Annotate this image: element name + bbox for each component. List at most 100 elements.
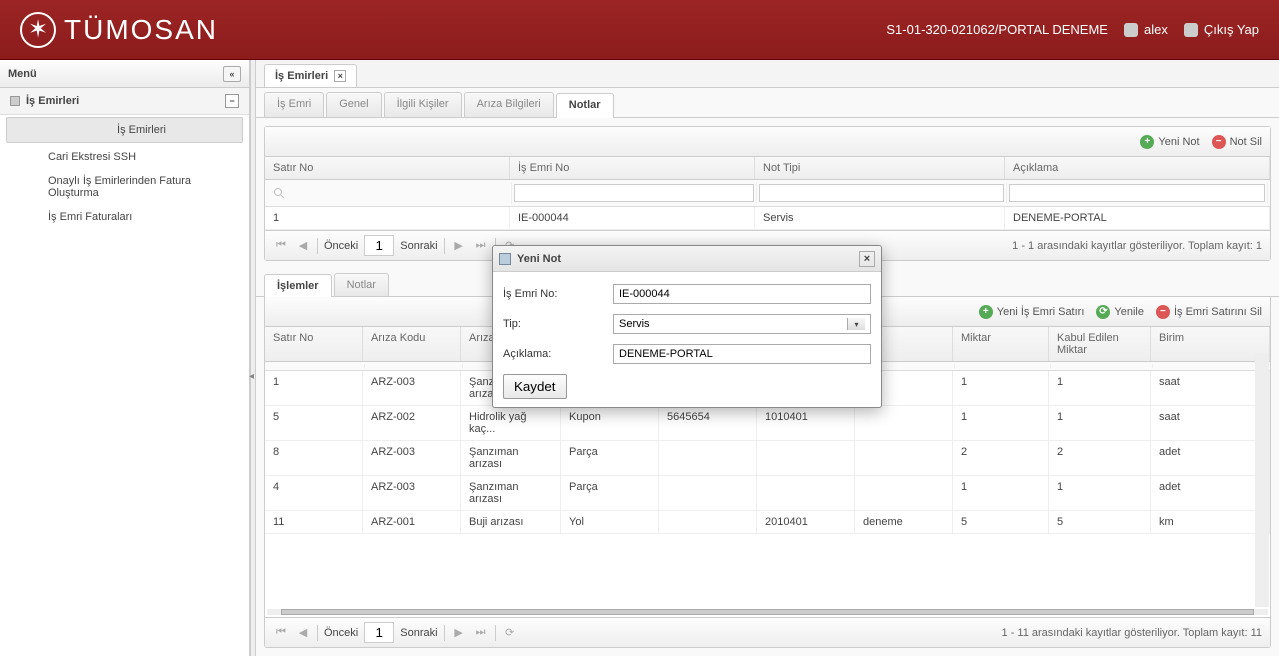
- subtab[interactable]: Arıza Bilgileri: [464, 92, 554, 117]
- subtab-bar: İş EmriGenelİlgili KişilerArıza Bilgiler…: [256, 88, 1279, 118]
- bottom-tab[interactable]: Notlar: [334, 273, 389, 296]
- notes-row[interactable]: 1 IE-000044 Servis DENEME-PORTAL: [265, 207, 1270, 230]
- tip-select-value[interactable]: [619, 318, 847, 330]
- sidebar-item[interactable]: İş Emri Faturaları: [0, 205, 249, 229]
- notes-filter-row: [265, 180, 1270, 207]
- filter-aciklama[interactable]: [1007, 182, 1268, 204]
- cell: Parça: [561, 441, 659, 475]
- delete-note-button[interactable]: − Not Sil: [1212, 135, 1262, 149]
- add-icon: +: [1140, 135, 1154, 149]
- ie-no-input[interactable]: [613, 284, 871, 304]
- ops-row[interactable]: 5ARZ-002Hidrolik yağ kaç...Kupon56456541…: [265, 406, 1270, 441]
- bottom-tab[interactable]: İşlemler: [264, 274, 332, 297]
- filter-input[interactable]: [514, 184, 754, 202]
- refresh-label: Yenile: [1114, 306, 1144, 318]
- last-page-icon[interactable]: ⏭: [473, 625, 489, 641]
- col-aciklama[interactable]: Açıklama: [1005, 157, 1270, 179]
- cell: saat: [1151, 371, 1270, 405]
- prev-label: Önceki: [324, 240, 358, 252]
- aciklama-input[interactable]: [613, 344, 871, 364]
- tip-select[interactable]: ▾: [613, 314, 871, 334]
- page-input[interactable]: [364, 235, 394, 256]
- cell: 1: [1049, 476, 1151, 510]
- logo: ✶ TÜMOSAN: [20, 12, 218, 48]
- col[interactable]: Birim: [1151, 327, 1270, 361]
- paging-status: 1 - 11 arasındaki kayıtlar gösteriliyor.…: [1002, 627, 1262, 639]
- new-note-button[interactable]: + Yeni Not: [1140, 135, 1199, 149]
- next-page-icon[interactable]: ▶: [451, 625, 467, 641]
- splitter[interactable]: ◂: [250, 60, 256, 656]
- new-row-button[interactable]: + Yeni İş Emri Satırı: [979, 305, 1085, 319]
- subtab[interactable]: İş Emri: [264, 92, 324, 117]
- sidebar-item[interactable]: Onaylı İş Emirlerinden Fatura Oluşturma: [0, 169, 249, 205]
- cell: [855, 406, 953, 440]
- delete-icon: −: [1212, 135, 1226, 149]
- close-dialog-icon[interactable]: ×: [859, 251, 875, 267]
- col[interactable]: Arıza Kodu: [363, 327, 461, 361]
- col-not-tipi[interactable]: Not Tipi: [755, 157, 1005, 179]
- vertical-scrollbar[interactable]: [1255, 353, 1269, 607]
- last-page-icon[interactable]: ⏭: [473, 238, 489, 254]
- tab-bar: İş Emirleri ×: [256, 60, 1279, 88]
- sidebar: Menü « İş Emirleri − İş EmirleriCari Eks…: [0, 60, 250, 656]
- cell: [757, 476, 855, 510]
- subtab[interactable]: Genel: [326, 92, 381, 117]
- tree-root[interactable]: İş Emirleri −: [0, 88, 249, 115]
- sidebar-item[interactable]: Cari Ekstresi SSH: [0, 145, 249, 169]
- logout-link[interactable]: Çıkış Yap: [1184, 22, 1259, 37]
- dialog-body: İş Emri No: Tip: ▾ Açıklama: Kaydet: [493, 272, 881, 407]
- user-info[interactable]: alex: [1124, 22, 1168, 37]
- col[interactable]: Satır No: [265, 327, 363, 361]
- first-page-icon[interactable]: ⏮: [273, 625, 289, 641]
- first-page-icon[interactable]: ⏮: [273, 238, 289, 254]
- subtab[interactable]: Notlar: [556, 93, 614, 118]
- col[interactable]: Kabul Edilen Miktar: [1049, 327, 1151, 361]
- cell: ARZ-003: [363, 441, 461, 475]
- col[interactable]: Miktar: [953, 327, 1049, 361]
- delete-row-label: İş Emri Satırını Sil: [1174, 306, 1262, 318]
- dialog-titlebar[interactable]: Yeni Not ×: [493, 246, 881, 272]
- search-icon: [273, 187, 285, 199]
- cell: adet: [1151, 441, 1270, 475]
- cell: saat: [1151, 406, 1270, 440]
- ops-row[interactable]: 4ARZ-003Şanzıman arızasıParça11adet: [265, 476, 1270, 511]
- next-page-icon[interactable]: ▶: [451, 238, 467, 254]
- sidebar-header: Menü «: [0, 60, 249, 88]
- delete-row-button[interactable]: − İş Emri Satırını Sil: [1156, 305, 1262, 319]
- dialog-title: Yeni Not: [517, 253, 561, 265]
- save-button[interactable]: Kaydet: [503, 374, 567, 399]
- cell: ARZ-002: [363, 406, 461, 440]
- cell: Şanzıman arızası: [461, 441, 561, 475]
- notes-grid-header: Satır No İş Emri No Not Tipi Açıklama: [265, 157, 1270, 180]
- subtab[interactable]: İlgili Kişiler: [384, 92, 462, 117]
- filter-input[interactable]: [1009, 184, 1265, 202]
- ops-row[interactable]: 8ARZ-003Şanzıman arızasıParça22adet: [265, 441, 1270, 476]
- cell: 1: [953, 371, 1049, 405]
- ops-row[interactable]: 11ARZ-001Buji arızasıYol2010401deneme55k…: [265, 511, 1270, 534]
- prev-page-icon[interactable]: ◀: [295, 625, 311, 641]
- col-is-emri-no[interactable]: İş Emri No: [510, 157, 755, 179]
- sidebar-item[interactable]: İş Emirleri: [6, 117, 243, 143]
- col-satir-no[interactable]: Satır No: [265, 157, 510, 179]
- refresh-icon[interactable]: ⟳: [502, 625, 518, 641]
- main-tab[interactable]: İş Emirleri ×: [264, 64, 357, 87]
- horizontal-scrollbar[interactable]: [267, 609, 1268, 615]
- filter-not-tipi[interactable]: [757, 182, 1007, 204]
- close-tab-icon[interactable]: ×: [334, 70, 346, 82]
- ie-no-label: İş Emri No:: [503, 288, 613, 300]
- cell-tip: Servis: [755, 207, 1005, 229]
- page-input[interactable]: [364, 622, 394, 643]
- prev-page-icon[interactable]: ◀: [295, 238, 311, 254]
- tree-root-label: İş Emirleri: [26, 95, 79, 107]
- refresh-button[interactable]: ⟳ Yenile: [1096, 305, 1144, 319]
- splitter-handle-icon[interactable]: ◂: [249, 358, 259, 394]
- filter-is-emri[interactable]: [512, 182, 757, 204]
- filter-satir-no[interactable]: [267, 182, 512, 204]
- cell: 1: [1049, 406, 1151, 440]
- chevron-down-icon[interactable]: ▾: [847, 318, 865, 330]
- filter-input[interactable]: [759, 184, 1004, 202]
- cell: 1: [1049, 371, 1151, 405]
- cell: 1: [953, 406, 1049, 440]
- tree-collapse-icon[interactable]: −: [225, 94, 239, 108]
- collapse-sidebar-button[interactable]: «: [223, 66, 241, 82]
